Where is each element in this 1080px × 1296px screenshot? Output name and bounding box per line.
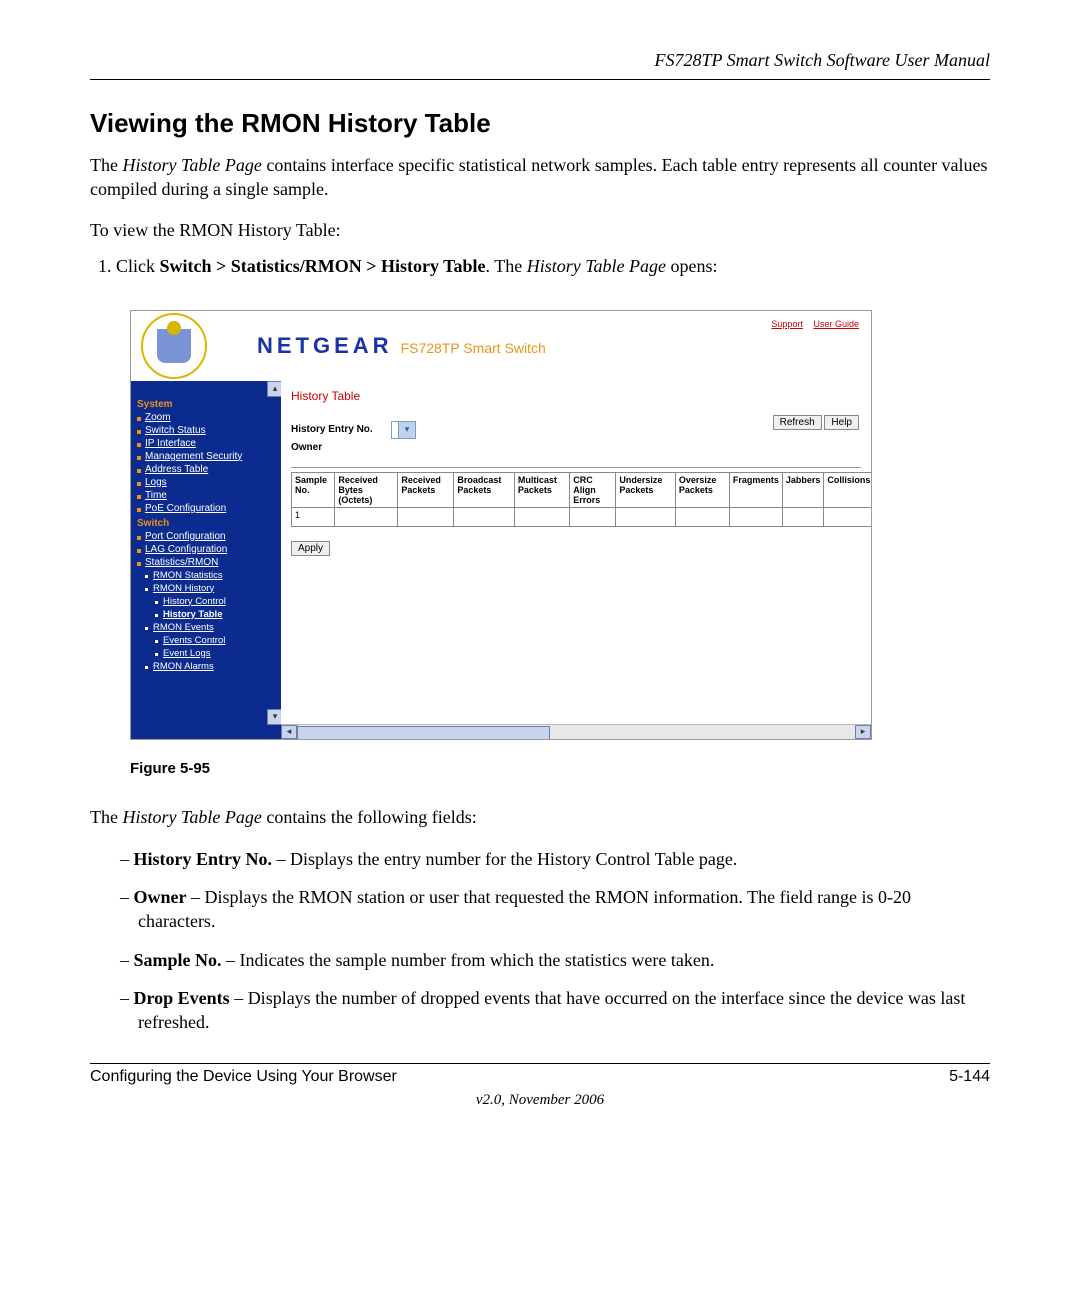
text: contains the following fields: [262, 807, 477, 827]
field-name: Drop Events [134, 988, 230, 1008]
col-jabbers: Jabbers [782, 472, 824, 507]
sidebar-item-lag-config[interactable]: LAG Configuration [137, 544, 277, 555]
content-panel: History Table Refresh Help History Entry… [281, 381, 871, 739]
field-desc: – Displays the RMON station or user that… [138, 887, 911, 931]
text: . The [486, 256, 527, 276]
history-entry-label: History Entry No. [291, 424, 391, 435]
col-multicast-packets: Multicast Packets [514, 472, 569, 507]
sidebar-nav: ▴ System Zoom Switch Status IP Interface… [131, 381, 281, 739]
sidebar-item-switch-status[interactable]: Switch Status [137, 425, 277, 436]
steps-list: Click Switch > Statistics/RMON > History… [90, 253, 990, 280]
help-button[interactable]: Help [824, 415, 859, 430]
header-links: Support User Guide [763, 319, 859, 329]
sidebar-item-rmon-history[interactable]: RMON History [137, 583, 277, 594]
sidebar-item-events-control[interactable]: Events Control [137, 635, 277, 646]
support-link[interactable]: Support [771, 319, 803, 329]
owner-label: Owner [291, 442, 391, 453]
history-entry-select[interactable]: ▾ [391, 421, 416, 439]
table-header-row: Sample No. Received Bytes (Octets) Recei… [292, 472, 872, 507]
sidebar-item-history-table[interactable]: History Table [137, 609, 277, 620]
section-heading: Viewing the RMON History Table [90, 108, 990, 139]
sidebar-item-management-security[interactable]: Management Security [137, 451, 277, 462]
page-name-em: History Table Page [527, 256, 666, 276]
intro-paragraph: The History Table Page contains interfac… [90, 153, 990, 202]
sidebar-item-address-table[interactable]: Address Table [137, 464, 277, 475]
col-undersize-packets: Undersize Packets [616, 472, 675, 507]
product-name: FS728TP Smart Switch [401, 340, 546, 356]
field-owner: Owner – Displays the RMON station or use… [120, 885, 990, 934]
field-desc: – Displays the number of dropped events … [138, 988, 965, 1032]
scrollbar-thumb[interactable] [297, 726, 550, 739]
sidebar-cat-system: System [137, 399, 277, 410]
sidebar-item-port-config[interactable]: Port Configuration [137, 531, 277, 542]
nav-path: Switch > Statistics/RMON > History Table [160, 256, 486, 276]
page-name-em: History Table Page [122, 155, 261, 175]
sidebar-item-statistics-rmon[interactable]: Statistics/RMON [137, 557, 277, 568]
app-screenshot: NETGEAR FS728TP Smart Switch Support Use… [130, 310, 872, 740]
sidebar-item-rmon-alarms[interactable]: RMON Alarms [137, 661, 277, 672]
history-table: Sample No. Received Bytes (Octets) Recei… [291, 472, 871, 527]
chevron-down-icon: ▾ [398, 422, 415, 438]
field-name: Sample No. [134, 950, 222, 970]
panel-title: History Table [291, 389, 861, 403]
fields-intro: The History Table Page contains the foll… [90, 805, 990, 829]
col-collisions: Collisions [824, 472, 871, 507]
netgear-logo-icon [141, 313, 207, 379]
text: The [90, 155, 122, 175]
sidebar-item-ip-interface[interactable]: IP Interface [137, 438, 277, 449]
horizontal-scrollbar[interactable]: ◂ ▸ [281, 724, 871, 739]
field-list: History Entry No. – Displays the entry n… [90, 847, 990, 1035]
figure-caption: Figure 5-95 [130, 760, 990, 777]
field-name: Owner [134, 887, 187, 907]
text: opens: [666, 256, 718, 276]
page-number: 5-144 [949, 1068, 990, 1086]
sidebar-item-rmon-events[interactable]: RMON Events [137, 622, 277, 633]
text: The [90, 807, 122, 827]
col-sample-no: Sample No. [292, 472, 335, 507]
footer-rule [90, 1063, 990, 1064]
sidebar-cat-switch: Switch [137, 518, 277, 529]
header-rule [90, 79, 990, 80]
field-desc: – Displays the entry number for the Hist… [272, 849, 737, 869]
sidebar-item-history-control[interactable]: History Control [137, 596, 277, 607]
sidebar-item-logs[interactable]: Logs [137, 477, 277, 488]
user-guide-link[interactable]: User Guide [813, 319, 859, 329]
sidebar-item-event-logs[interactable]: Event Logs [137, 648, 277, 659]
scroll-left-icon[interactable]: ◂ [281, 725, 297, 739]
app-header: NETGEAR FS728TP Smart Switch Support Use… [131, 311, 871, 381]
field-drop-events: Drop Events – Displays the number of dro… [120, 986, 990, 1035]
field-desc: – Indicates the sample number from which… [222, 950, 715, 970]
field-sample-no: Sample No. – Indicates the sample number… [120, 948, 990, 972]
col-received-packets: Received Packets [398, 472, 454, 507]
col-received-bytes: Received Bytes (Octets) [335, 472, 398, 507]
step-1: Click Switch > Statistics/RMON > History… [116, 253, 990, 280]
sidebar-item-rmon-statistics[interactable]: RMON Statistics [137, 570, 277, 581]
col-oversize-packets: Oversize Packets [675, 472, 729, 507]
cell-sample-no: 1 [292, 507, 335, 526]
table-row: 1 [292, 507, 872, 526]
sidebar-item-poe-config[interactable]: PoE Configuration [137, 503, 277, 514]
text: Click [116, 256, 160, 276]
footer-version: v2.0, November 2006 [90, 1092, 990, 1109]
divider [291, 467, 861, 468]
page-name-em: History Table Page [122, 807, 261, 827]
field-history-entry: History Entry No. – Displays the entry n… [120, 847, 990, 871]
lead-text: To view the RMON History Table: [90, 220, 990, 241]
col-crc-errors: CRC Align Errors [570, 472, 616, 507]
col-broadcast-packets: Broadcast Packets [454, 472, 514, 507]
sidebar-item-zoom[interactable]: Zoom [137, 412, 277, 423]
sidebar-item-time[interactable]: Time [137, 490, 277, 501]
col-fragments: Fragments [729, 472, 782, 507]
scroll-right-icon[interactable]: ▸ [855, 725, 871, 739]
brand-text: NETGEAR [257, 333, 393, 359]
apply-button[interactable]: Apply [291, 541, 330, 556]
footer-left: Configuring the Device Using Your Browse… [90, 1068, 397, 1086]
field-name: History Entry No. [134, 849, 273, 869]
manual-title: FS728TP Smart Switch Software User Manua… [90, 50, 990, 71]
refresh-button[interactable]: Refresh [773, 415, 822, 430]
